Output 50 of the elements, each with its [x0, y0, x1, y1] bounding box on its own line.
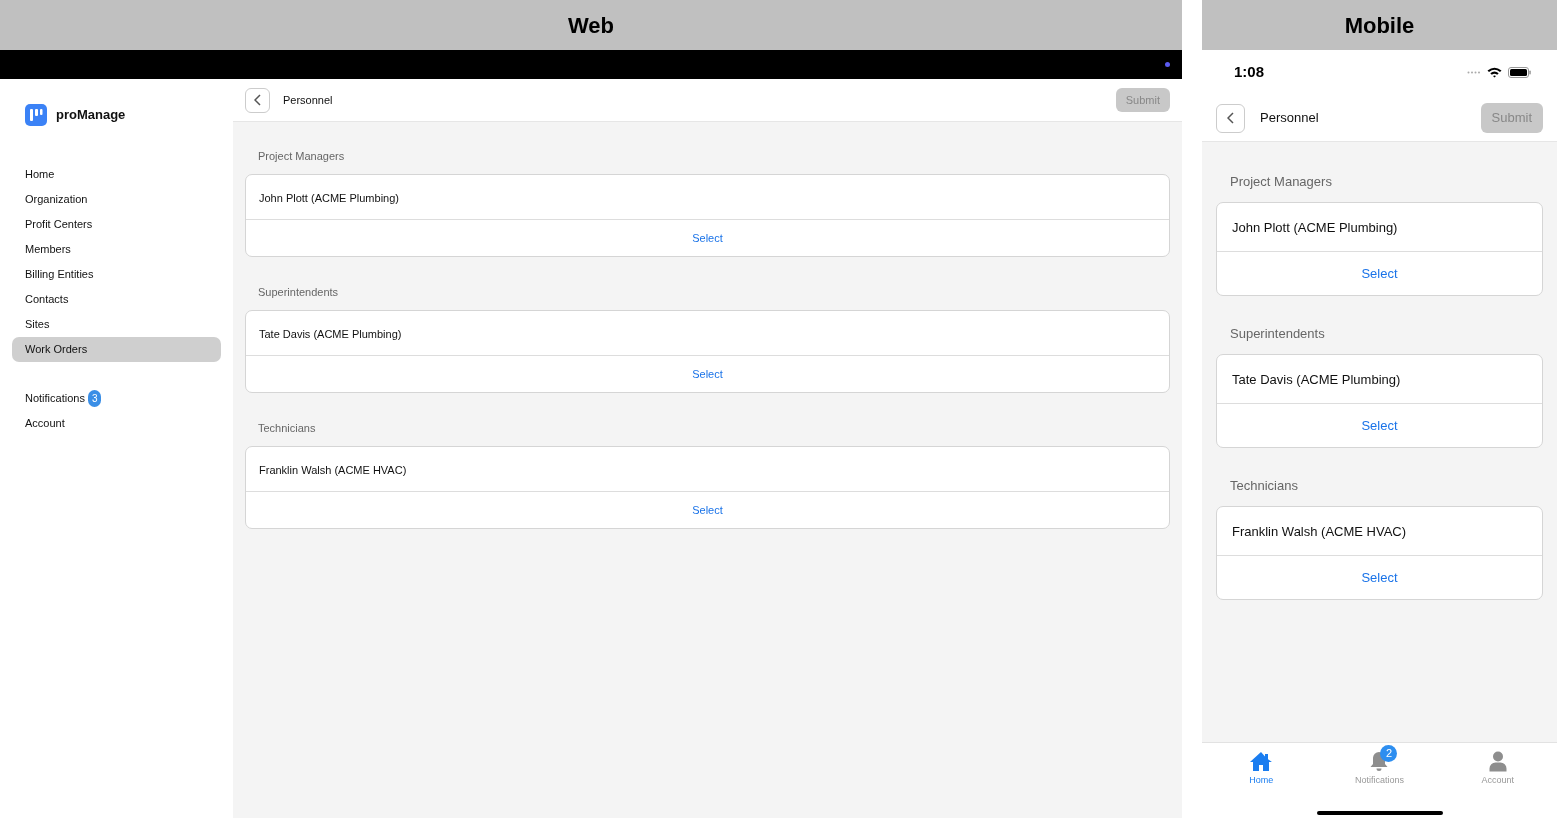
- section-title: Superintendents: [258, 285, 340, 300]
- person-icon: [1488, 751, 1507, 772]
- select-button[interactable]: Select: [1217, 251, 1542, 295]
- select-button[interactable]: Select: [246, 355, 1169, 392]
- signal-icon: [1467, 71, 1481, 74]
- select-button[interactable]: Select: [1217, 403, 1542, 447]
- section-title: Technicians: [1230, 477, 1299, 495]
- back-button[interactable]: [245, 87, 270, 113]
- person-name: John Plott (ACME Plumbing): [259, 191, 399, 204]
- page-title: Personnel: [283, 92, 333, 108]
- select-button[interactable]: Select: [1217, 555, 1542, 599]
- status-time: 1:08: [1234, 62, 1265, 83]
- nav-item[interactable]: Organization: [12, 187, 221, 212]
- nav-item[interactable]: Account: [12, 411, 221, 436]
- status-dot: [1165, 62, 1170, 67]
- home-icon: [1249, 751, 1274, 772]
- chevron-left-icon: [253, 94, 262, 106]
- tab-item[interactable]: Notifications 2: [1320, 743, 1439, 789]
- chevron-left-icon: [1226, 112, 1235, 124]
- person-name: Franklin Walsh (ACME HVAC): [259, 463, 407, 476]
- tab-item[interactable]: Account: [1438, 743, 1557, 789]
- app-name: proManage: [56, 106, 126, 125]
- nav-item[interactable]: Billing Entities: [12, 262, 221, 287]
- nav-item[interactable]: Contacts: [12, 287, 221, 312]
- nav-item[interactable]: Work Orders: [12, 337, 221, 362]
- select-button[interactable]: Select: [246, 491, 1169, 528]
- app-logo-icon: [25, 104, 47, 126]
- nav-item[interactable]: Members: [12, 237, 221, 262]
- panel-title: Mobile: [1344, 11, 1415, 40]
- count-badge: 3: [87, 390, 102, 407]
- wifi-icon: [1487, 67, 1502, 78]
- nav-item[interactable]: Notifications: [25, 390, 85, 407]
- nav-item[interactable]: Profit Centers: [12, 212, 221, 237]
- section-title: Superintendents: [1230, 325, 1326, 343]
- person-name: Tate Davis (ACME Plumbing): [259, 327, 402, 340]
- person-name: John Plott (ACME Plumbing): [1232, 219, 1398, 235]
- person-name: Tate Davis (ACME Plumbing): [1232, 371, 1401, 387]
- section-title: Project Managers: [1230, 173, 1333, 191]
- nav-item[interactable]: Sites: [12, 312, 221, 337]
- nav-item[interactable]: Home: [12, 162, 221, 187]
- panel-title: Web: [567, 11, 614, 40]
- select-button[interactable]: Select: [246, 219, 1169, 256]
- page-title: Personnel: [1260, 109, 1319, 128]
- back-button[interactable]: [1216, 103, 1245, 133]
- section-title: Technicians: [258, 421, 317, 436]
- tab-item[interactable]: Home: [1202, 743, 1321, 789]
- count-badge: 2: [1380, 745, 1398, 762]
- battery-icon: [1508, 67, 1531, 78]
- section-title: Project Managers: [258, 149, 346, 164]
- person-name: Franklin Walsh (ACME HVAC): [1232, 523, 1407, 539]
